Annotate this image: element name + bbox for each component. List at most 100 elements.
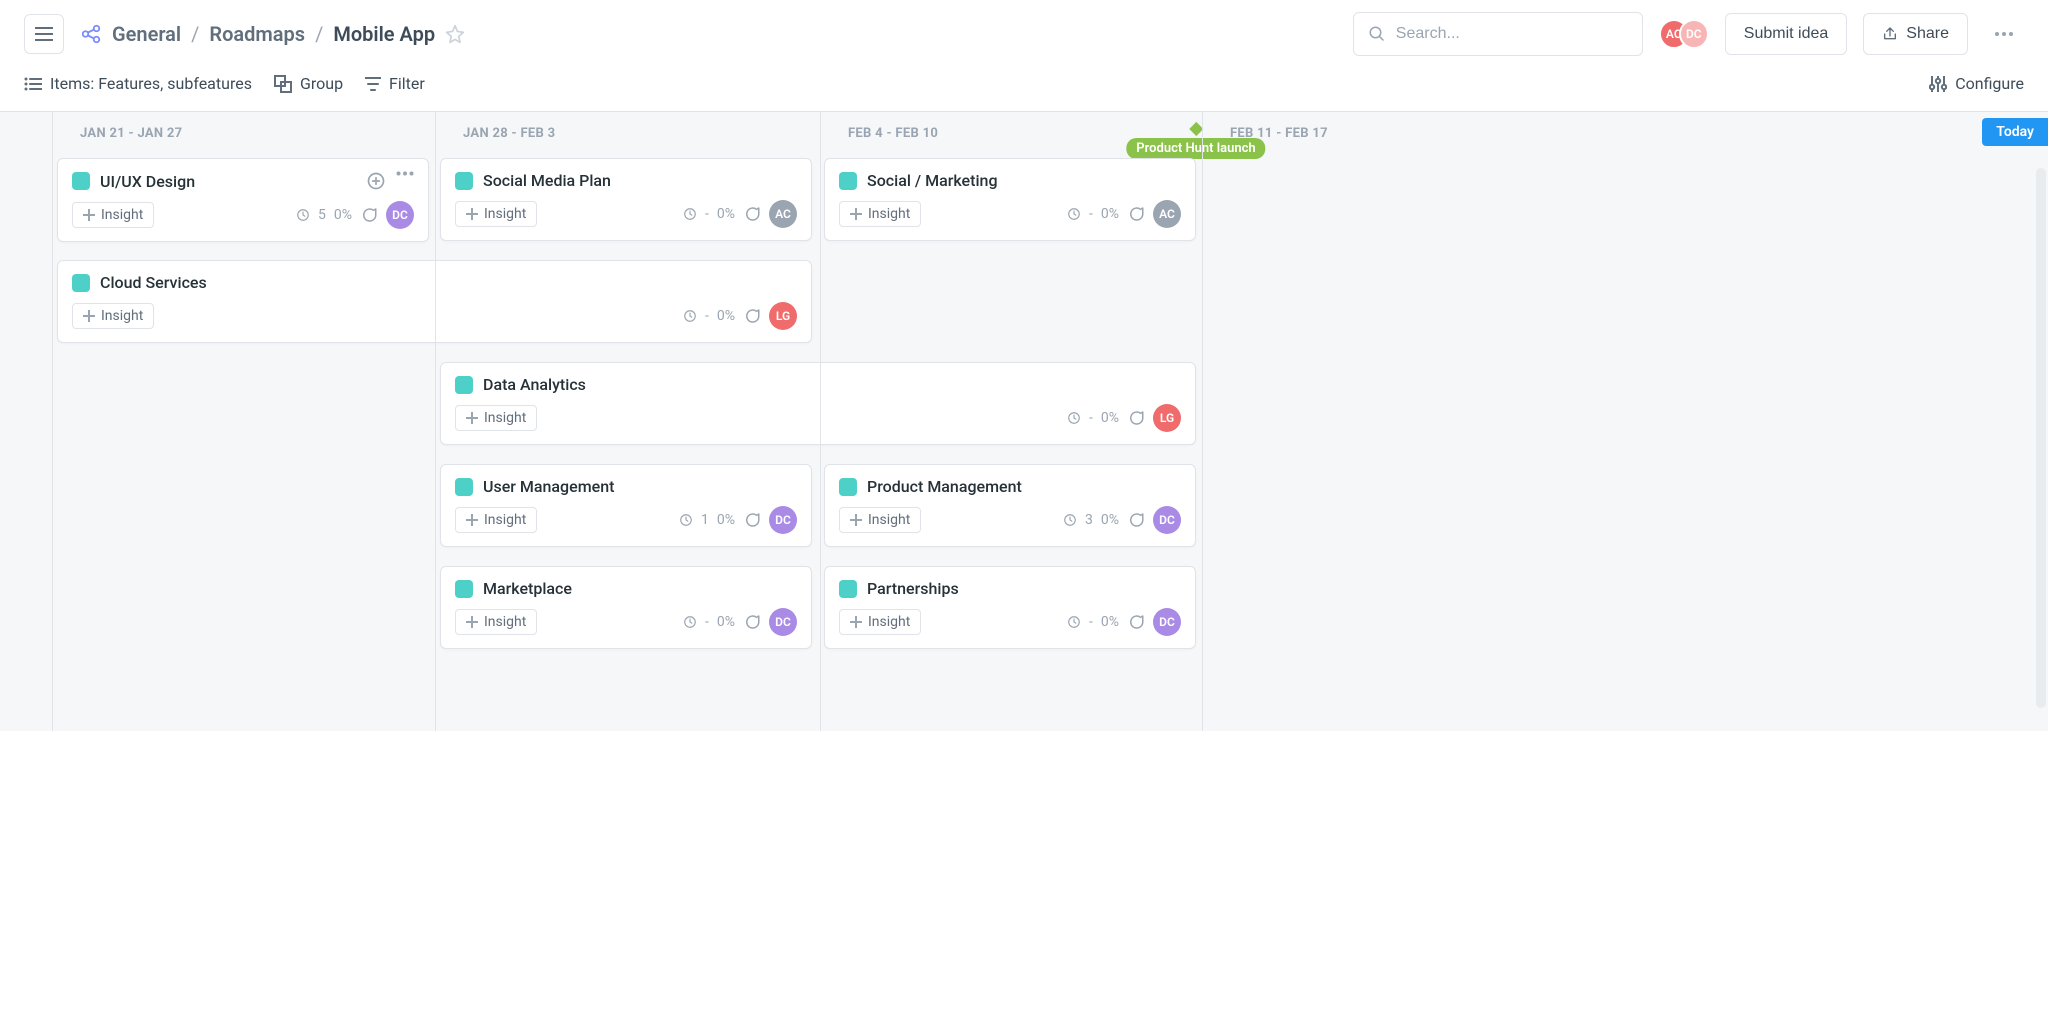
clock-icon	[296, 208, 310, 222]
filter-icon	[365, 77, 381, 91]
crumb-general[interactable]: General	[112, 22, 181, 46]
add-subitem-button[interactable]	[366, 171, 386, 191]
insight-button[interactable]: Insight	[72, 303, 154, 329]
more-button[interactable]	[1984, 14, 2024, 54]
favorite-button[interactable]	[445, 24, 465, 44]
clock-icon	[683, 207, 697, 221]
star-icon	[445, 24, 465, 44]
assignee-avatar[interactable]: AC	[769, 200, 797, 228]
column-separator	[435, 112, 436, 731]
clock-icon	[1067, 207, 1081, 221]
comments-icon[interactable]	[743, 205, 761, 223]
submit-idea-button[interactable]: Submit idea	[1725, 13, 1848, 55]
assignee-avatar[interactable]: DC	[1153, 608, 1181, 636]
count-value: -	[705, 206, 709, 222]
insight-button[interactable]: Insight	[455, 609, 537, 635]
comments-icon[interactable]	[1127, 511, 1145, 529]
timeline-card[interactable]: Social / MarketingInsight-0%AC	[824, 158, 1196, 241]
items-filter[interactable]: Items: Features, subfeatures	[24, 74, 252, 93]
progress-value: 0%	[334, 207, 352, 223]
clock-icon	[1067, 615, 1081, 629]
column-separator	[52, 112, 53, 731]
assignee-avatar[interactable]: AC	[1153, 200, 1181, 228]
comments-icon[interactable]	[743, 511, 761, 529]
progress-value: 0%	[717, 308, 735, 324]
color-tag	[455, 376, 473, 394]
milestone-marker[interactable]: Product Hunt launch	[1126, 138, 1265, 159]
timeline-card[interactable]: Data Analytics Insight -0% LG	[440, 362, 1196, 445]
comments-icon[interactable]	[1127, 613, 1145, 631]
scrollbar[interactable]	[2036, 168, 2046, 708]
timeline-card[interactable]: Social Media Plan Insight -0%AC	[440, 158, 812, 241]
progress-value: 0%	[1101, 410, 1119, 426]
card-title: UI/UX Design	[100, 172, 356, 191]
count-value: -	[1089, 206, 1093, 222]
progress-value: 0%	[717, 614, 735, 630]
crumb-roadmaps[interactable]: Roadmaps	[209, 22, 305, 46]
insight-button[interactable]: Insight	[455, 201, 537, 227]
timeline-card[interactable]: PartnershipsInsight-0%DC	[824, 566, 1196, 649]
column-separator	[820, 112, 821, 731]
share-button[interactable]: Share	[1863, 13, 1968, 55]
timeline-body[interactable]: UI/UX DesignInsight50%DCSocial Media Pla…	[0, 158, 2032, 731]
sliders-icon	[1929, 76, 1947, 92]
card-title: Social Media Plan	[483, 171, 797, 190]
timeline-card[interactable]: Product Management Insight 30%DC	[824, 464, 1196, 547]
color-tag	[455, 580, 473, 598]
column-label: JAN 21 - JAN 27	[80, 126, 182, 141]
insight-button[interactable]: Insight	[455, 507, 537, 533]
app-logo-icon	[80, 23, 102, 45]
card-title: Data Analytics	[483, 375, 1181, 394]
share-icon	[1882, 26, 1898, 42]
assignee-avatar[interactable]: LG	[1153, 404, 1181, 432]
search-input[interactable]	[1396, 25, 1628, 43]
menu-button[interactable]	[24, 14, 64, 54]
presence-avatars[interactable]: AC DC	[1659, 19, 1709, 49]
clock-icon	[1063, 513, 1077, 527]
comments-icon[interactable]	[1127, 205, 1145, 223]
card-metrics: 50%DC	[296, 201, 414, 229]
card-title: User Management	[483, 477, 797, 496]
card-metrics: 30%DC	[1063, 506, 1181, 534]
insight-button[interactable]: Insight	[455, 405, 537, 431]
color-tag	[839, 172, 857, 190]
hamburger-icon	[35, 27, 53, 41]
insight-button[interactable]: Insight	[72, 202, 154, 228]
insight-button[interactable]: Insight	[839, 201, 921, 227]
search-icon	[1368, 25, 1386, 43]
timeline-card[interactable]: UI/UX DesignInsight50%DC	[57, 158, 429, 242]
today-button[interactable]: Today	[1982, 118, 2048, 146]
card-menu-button[interactable]	[396, 171, 414, 191]
card-title: Marketplace	[483, 579, 797, 598]
count-value: -	[1089, 410, 1093, 426]
comments-icon[interactable]	[360, 206, 378, 224]
progress-value: 0%	[1101, 206, 1119, 222]
count-value: -	[705, 308, 709, 324]
configure-button[interactable]: Configure	[1929, 74, 2024, 93]
group-icon	[274, 75, 292, 93]
timeline-card[interactable]: User Management Insight 10%DC	[440, 464, 812, 547]
comments-icon[interactable]	[743, 613, 761, 631]
card-title: Product Management	[867, 477, 1181, 496]
top-bar: General / Roadmaps / Mobile App AC DC Su…	[0, 0, 2048, 68]
crumb-current[interactable]: Mobile App	[333, 22, 435, 46]
insight-button[interactable]: Insight	[839, 507, 921, 533]
assignee-avatar[interactable]: DC	[769, 506, 797, 534]
card-metrics: -0% AC	[1067, 200, 1181, 228]
insight-button[interactable]: Insight	[839, 609, 921, 635]
assignee-avatar[interactable]: LG	[769, 302, 797, 330]
comments-icon[interactable]	[743, 307, 761, 325]
search-box[interactable]	[1353, 12, 1643, 56]
avatar: DC	[1679, 19, 1709, 49]
assignee-avatar[interactable]: DC	[769, 608, 797, 636]
card-metrics: -0%DC	[1067, 608, 1181, 636]
card-metrics: 10%DC	[679, 506, 797, 534]
card-metrics: -0%AC	[683, 200, 797, 228]
timeline-card[interactable]: MarketplaceInsight-0%DC	[440, 566, 812, 649]
assignee-avatar[interactable]: DC	[386, 201, 414, 229]
group-button[interactable]: Group	[274, 74, 343, 93]
filter-button[interactable]: Filter	[365, 74, 425, 93]
assignee-avatar[interactable]: DC	[1153, 506, 1181, 534]
comments-icon[interactable]	[1127, 409, 1145, 427]
view-toolbar: Items: Features, subfeatures Group Filte…	[0, 68, 2048, 111]
